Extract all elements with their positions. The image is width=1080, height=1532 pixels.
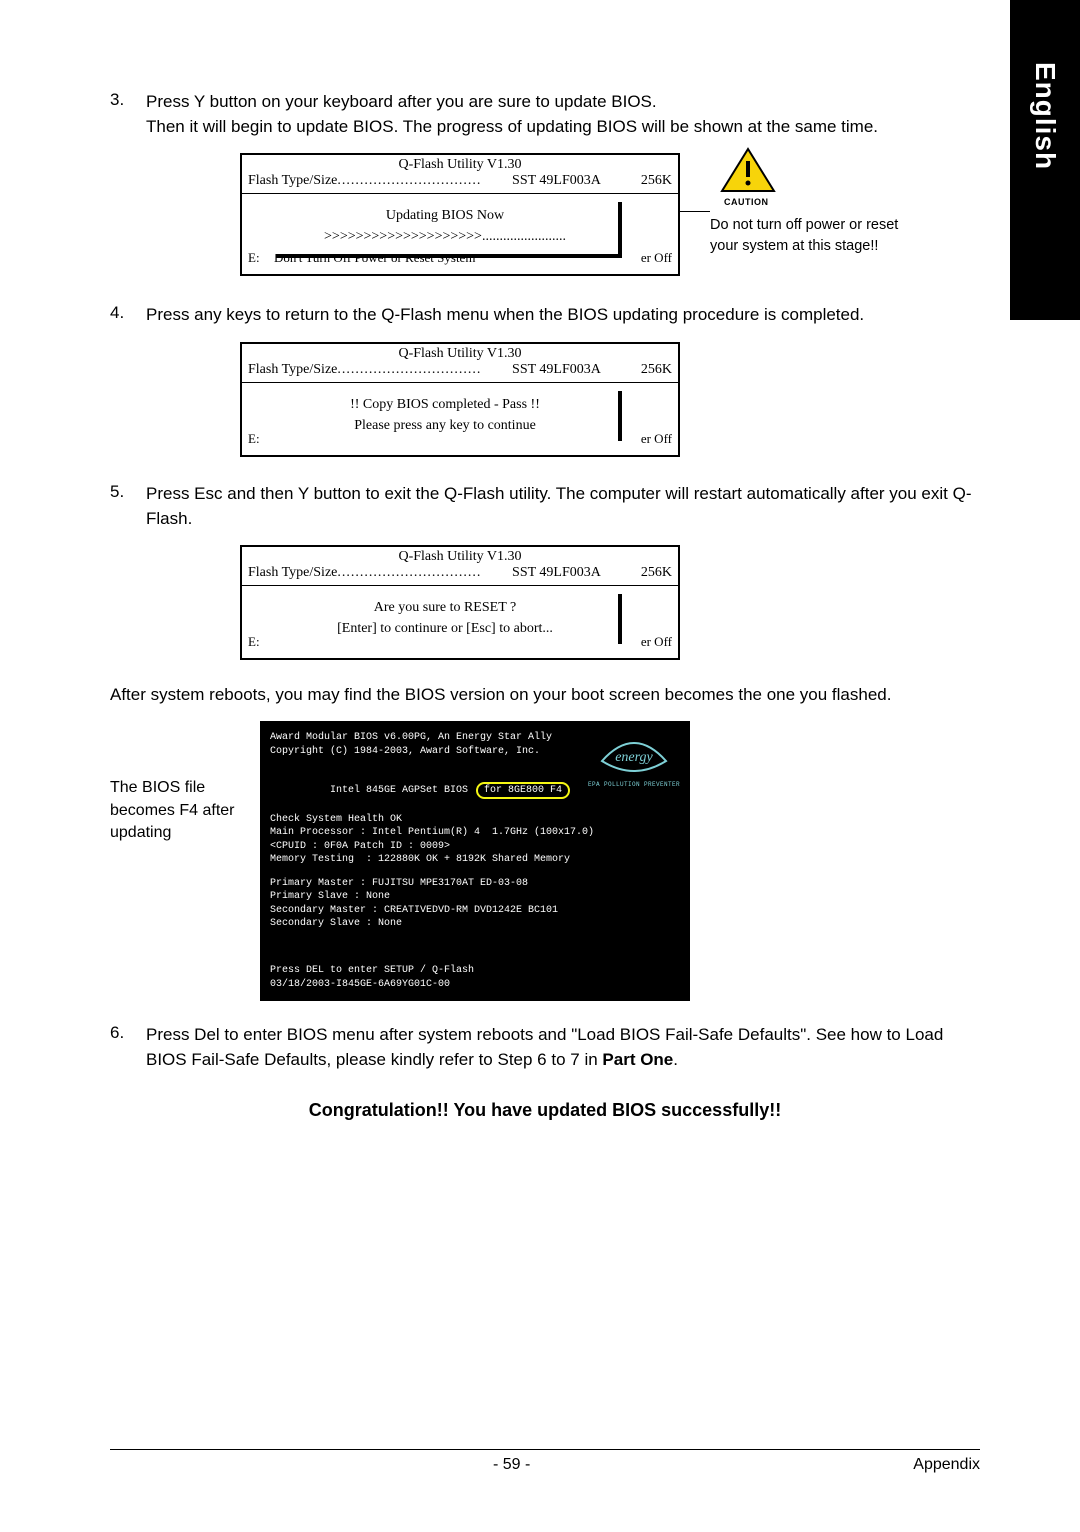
bios-inner-panel: Updating BIOS Now >>>>>>>>>>>>>>>>>>>>..… <box>272 198 618 254</box>
boot-line: Primary Slave : None <box>270 890 680 904</box>
bios-title: Q-Flash Utility V1.30 <box>242 547 678 565</box>
epa-text: EPA POLLUTION PREVENTER <box>588 781 680 788</box>
boot-line: Primary Master : FUJITSU MPE3170AT ED-03… <box>270 877 680 891</box>
page-content: 3. Press Y button on your keyboard after… <box>110 90 980 1121</box>
caution-connector-line <box>680 211 710 212</box>
bios-flash-label: Flash Type/Size <box>248 565 337 581</box>
caution-label: CAUTION <box>724 197 769 207</box>
bios-flash-row: Flash Type/Size SST 49LF003A 256K <box>242 362 678 382</box>
bios-flash-value: SST 49LF003A <box>512 565 601 581</box>
bios-flash-label: Flash Type/Size <box>248 362 337 378</box>
step-6-text-a: Press Del to enter BIOS menu after syste… <box>146 1025 943 1069</box>
congratulation-heading: Congratulation!! You have updated BIOS s… <box>110 1100 980 1121</box>
bios-reset-line2: [Enter] to continure or [Esc] to abort..… <box>283 618 607 639</box>
bios-updating-progress: >>>>>>>>>>>>>>>>>>>>....................… <box>283 226 607 247</box>
bios-version-highlight: for 8GE800 F4 <box>476 782 570 800</box>
bios-right-off: er Off <box>641 250 672 266</box>
step-5: 5. Press Esc and then Y button to exit t… <box>110 482 980 531</box>
step-6-text-c: . <box>673 1050 678 1069</box>
caution-icon <box>720 147 776 200</box>
svg-text:energy: energy <box>615 750 653 765</box>
bios-box: Q-Flash Utility V1.30 Flash Type/Size SS… <box>240 153 680 276</box>
bios-flash-size: 256K <box>601 173 672 189</box>
bios-flash-size: 256K <box>601 362 672 378</box>
boot-line: Memory Testing : 122880K OK + 8192K Shar… <box>270 853 680 867</box>
bios-panel-updating: Q-Flash Utility V1.30 Flash Type/Size SS… <box>240 153 980 283</box>
bios-flash-label: Flash Type/Size <box>248 173 337 189</box>
boot-line: Check System Health OK <box>270 813 680 827</box>
step-3: 3. Press Y button on your keyboard after… <box>110 90 980 139</box>
bios-reset-line1: Are you sure to RESET ? <box>283 597 607 618</box>
step-6: 6. Press Del to enter BIOS menu after sy… <box>110 1023 980 1072</box>
bios-left-e: E: <box>248 634 260 650</box>
step-4: 4. Press any keys to return to the Q-Fla… <box>110 303 980 328</box>
bios-right-off: er Off <box>641 431 672 447</box>
after-reboot-paragraph: After system reboots, you may find the B… <box>110 685 980 705</box>
footer-section: Appendix <box>913 1456 980 1474</box>
bios-flash-dots <box>337 173 512 189</box>
bios-completed-line1: !! Copy BIOS completed - Pass !! <box>283 394 607 415</box>
bios-completed-line2: Please press any key to continue <box>283 415 607 436</box>
boot-line: Press DEL to enter SETUP / Q-Flash <box>270 964 474 978</box>
language-tab-label: English <box>1029 62 1061 170</box>
bios-flash-row: Flash Type/Size SST 49LF003A 256K <box>242 173 678 193</box>
step-3-line-2: Then it will begin to update BIOS. The p… <box>146 117 878 136</box>
caution-text: Do not turn off power or reset your syst… <box>710 215 910 257</box>
bios-flash-value: SST 49LF003A <box>512 362 601 378</box>
language-tab: English <box>1010 0 1080 320</box>
bios-left-e: E: <box>248 250 260 266</box>
step-6-part-one: Part One <box>602 1050 673 1069</box>
step-3-line-1: Press Y button on your keyboard after yo… <box>146 92 657 111</box>
bios-flash-value: SST 49LF003A <box>512 173 601 189</box>
step-number: 6. <box>110 1023 146 1072</box>
step-number: 5. <box>110 482 146 531</box>
bios-flash-row: Flash Type/Size SST 49LF003A 256K <box>242 565 678 585</box>
boot-line: <CPUID : 0F0A Patch ID : 0009> <box>270 840 680 854</box>
bios-title: Q-Flash Utility V1.30 <box>242 344 678 362</box>
step-number: 4. <box>110 303 146 328</box>
boot-screen-section: The BIOS file becomes F4 after updating … <box>110 721 980 1001</box>
bios-panel-reset: Q-Flash Utility V1.30 Flash Type/Size SS… <box>240 545 980 665</box>
bios-box: Q-Flash Utility V1.30 Flash Type/Size SS… <box>240 342 680 457</box>
bios-flash-size: 256K <box>601 565 672 581</box>
step-text: Press Del to enter BIOS menu after syste… <box>146 1023 980 1072</box>
bios-flash-dots <box>337 362 512 378</box>
boot-line: Secondary Master : CREATIVEDVD-RM DVD124… <box>270 904 680 918</box>
bios-inner-panel: Are you sure to RESET ? [Enter] to conti… <box>272 590 618 646</box>
boot-bios-prefix: Intel 845GE AGPSet BIOS <box>330 785 474 796</box>
bios-left-e: E: <box>248 431 260 447</box>
page-number: - 59 - <box>110 1456 913 1474</box>
bios-panel-completed: Q-Flash Utility V1.30 Flash Type/Size SS… <box>240 342 980 462</box>
page-footer: - 59 - Appendix <box>110 1449 980 1474</box>
boot-screen: energy EPA POLLUTION PREVENTER Award Mod… <box>260 721 690 1001</box>
boot-line: Main Processor : Intel Pentium(R) 4 1.7G… <box>270 826 680 840</box>
bios-inner-panel: !! Copy BIOS completed - Pass !! Please … <box>272 387 618 443</box>
boot-line: Secondary Slave : None <box>270 917 680 931</box>
bios-updating-line1: Updating BIOS Now <box>283 205 607 226</box>
energy-star-logo: energy EPA POLLUTION PREVENTER <box>588 731 680 788</box>
boot-screen-label: The BIOS file becomes F4 after updating <box>110 721 260 844</box>
boot-line: 03/18/2003-I845GE-6A69YG01C-00 <box>270 978 474 992</box>
bios-right-off: er Off <box>641 634 672 650</box>
step-text: Press Esc and then Y button to exit the … <box>146 482 980 531</box>
bios-flash-dots <box>337 565 512 581</box>
step-number: 3. <box>110 90 146 139</box>
step-text: Press any keys to return to the Q-Flash … <box>146 303 980 328</box>
step-text: Press Y button on your keyboard after yo… <box>146 90 980 139</box>
bios-box: Q-Flash Utility V1.30 Flash Type/Size SS… <box>240 545 680 660</box>
bios-title: Q-Flash Utility V1.30 <box>242 155 678 173</box>
